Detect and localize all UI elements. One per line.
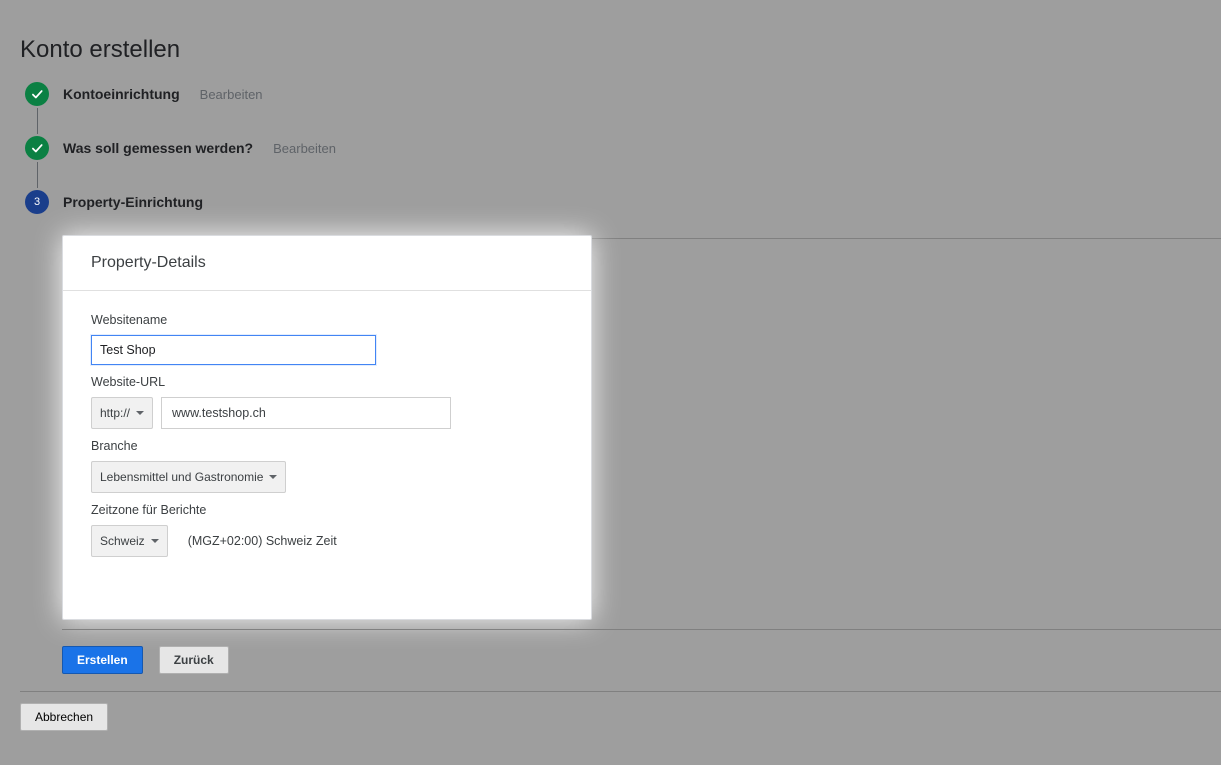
step-2: Was soll gemessen werden? Bearbeiten — [25, 134, 336, 162]
url-label: Website-URL — [91, 375, 563, 389]
stepper: Kontoeinrichtung Bearbeiten Was soll gem… — [25, 80, 336, 242]
chevron-down-icon — [269, 475, 277, 479]
industry-value: Lebensmittel und Gastronomie — [100, 470, 263, 484]
timezone-label: Zeitzone für Berichte — [91, 503, 563, 517]
step-1: Kontoeinrichtung Bearbeiten — [25, 80, 336, 108]
divider — [20, 691, 1221, 692]
divider — [62, 629, 1221, 630]
back-button[interactable]: Zurück — [159, 646, 229, 674]
site-name-label: Websitename — [91, 313, 563, 327]
cancel-button[interactable]: Abbrechen — [20, 703, 108, 731]
step-1-label: Kontoeinrichtung — [63, 86, 180, 102]
checkmark-icon — [25, 82, 49, 106]
url-input[interactable] — [161, 397, 451, 429]
site-name-input[interactable] — [91, 335, 376, 365]
protocol-value: http:// — [100, 406, 130, 420]
step-2-edit-link[interactable]: Bearbeiten — [273, 141, 336, 156]
checkmark-icon — [25, 136, 49, 160]
protocol-select[interactable]: http:// — [91, 397, 153, 429]
chevron-down-icon — [151, 539, 159, 543]
step-connector — [37, 162, 38, 188]
timezone-description: (MGZ+02:00) Schweiz Zeit — [188, 534, 337, 548]
create-button[interactable]: Erstellen — [62, 646, 143, 674]
chevron-down-icon — [136, 411, 144, 415]
industry-label: Branche — [91, 439, 563, 453]
timezone-value: Schweiz — [100, 534, 145, 548]
step-3-label: Property-Einrichtung — [63, 194, 203, 210]
industry-select[interactable]: Lebensmittel und Gastronomie — [91, 461, 286, 493]
timezone-select[interactable]: Schweiz — [91, 525, 168, 557]
step-1-edit-link[interactable]: Bearbeiten — [200, 87, 263, 102]
step-connector — [37, 108, 38, 134]
action-buttons: Erstellen Zurück — [62, 646, 229, 674]
property-details-card: Property-Details Websitename Website-URL… — [62, 235, 592, 620]
step-number-icon: 3 — [25, 190, 49, 214]
step-3: 3 Property-Einrichtung — [25, 188, 336, 216]
card-title: Property-Details — [63, 236, 591, 291]
step-2-label: Was soll gemessen werden? — [63, 140, 253, 156]
page-title: Konto erstellen — [20, 36, 180, 64]
